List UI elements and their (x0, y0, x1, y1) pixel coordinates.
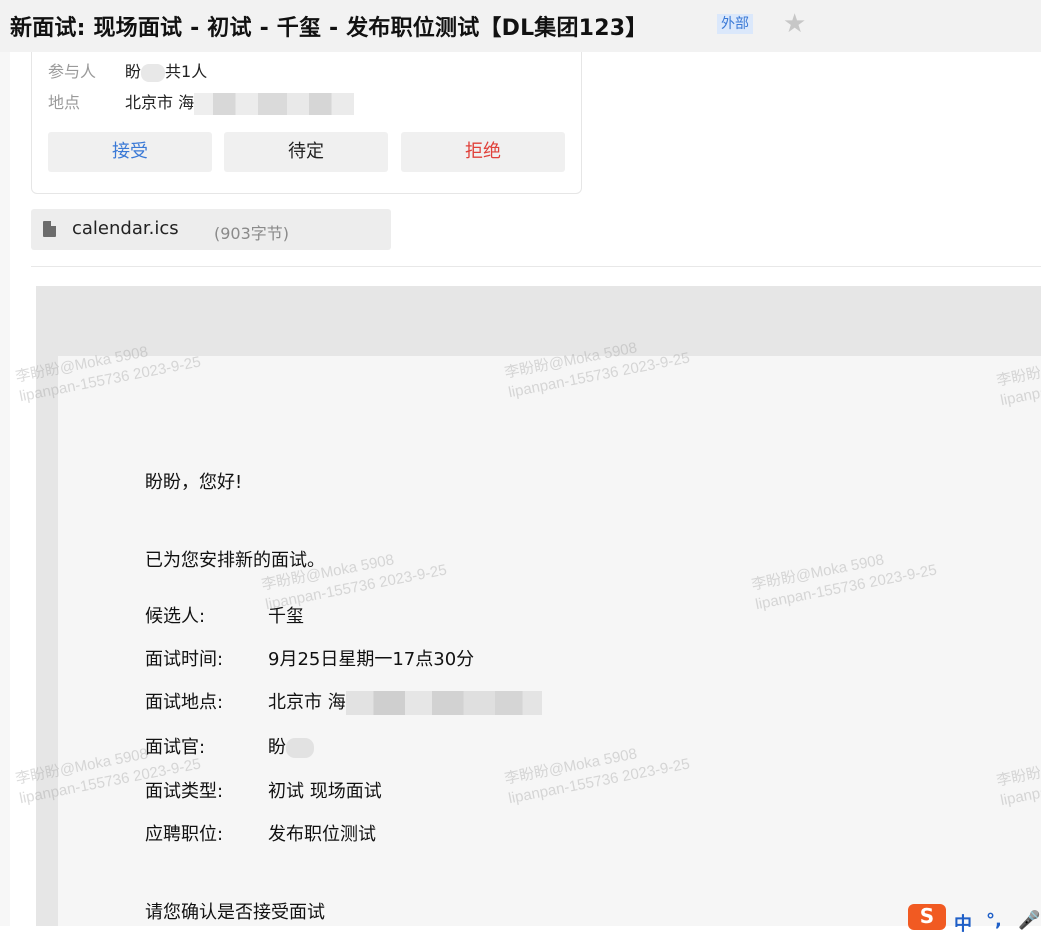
mic-icon[interactable]: 🎤 (1018, 910, 1040, 931)
interview-location-value: 北京市 海 (268, 688, 542, 715)
mail-subject: 新面试: 现场面试 - 初试 - 千玺 - 发布职位测试【DL集团123】 (10, 16, 648, 41)
field-label: 面试类型: (145, 781, 224, 802)
interview-time-value: 9月25日星期一17点30分 (268, 649, 475, 670)
mail-intro: 已为您安排新的面试。 (145, 550, 325, 571)
file-icon (43, 221, 56, 237)
field-label: 应聘职位: (145, 824, 224, 845)
star-icon[interactable]: ★ (783, 9, 806, 39)
field-label: 候选人: (145, 606, 206, 627)
attachment-name: calendar.ics (72, 218, 179, 239)
location-label: 地点 (48, 93, 81, 112)
decline-button[interactable]: 拒绝 (401, 132, 565, 172)
mail-confirm: 请您确认是否接受面试 (145, 902, 325, 923)
candidate-value: 千玺 (268, 606, 304, 627)
divider (31, 266, 1041, 267)
field-label: 面试时间: (145, 649, 224, 670)
ime-mode[interactable]: 中 (954, 910, 972, 936)
accept-button[interactable]: 接受 (48, 132, 212, 172)
mail-header: 新面试: 现场面试 - 初试 - 千玺 - 发布职位测试【DL集团123】 外部… (0, 0, 1041, 52)
tentative-button[interactable]: 待定 (224, 132, 388, 172)
attachment-size: (903字节) (214, 224, 290, 243)
attachment-chip[interactable]: calendar.ics (903字节) (31, 209, 391, 250)
interviewer-value: 盼 (268, 733, 314, 759)
participants-value: 盼共1人 (125, 62, 208, 82)
sogou-logo-icon[interactable]: S (908, 904, 946, 930)
interview-type-value: 初试 现场面试 (268, 781, 382, 802)
left-gutter (0, 52, 10, 926)
mail-greeting: 盼盼，您好! (145, 472, 243, 493)
field-label: 面试地点: (145, 692, 224, 713)
external-badge: 外部 (717, 14, 753, 34)
location-value: 北京市 海 (125, 89, 355, 115)
position-value: 发布职位测试 (268, 824, 376, 845)
ime-toolbar[interactable]: S 中 °, 🎤 (908, 902, 1041, 935)
field-label: 面试官: (145, 737, 206, 758)
participants-label: 参与人 (48, 62, 97, 81)
ime-punct[interactable]: °, (986, 910, 1002, 931)
